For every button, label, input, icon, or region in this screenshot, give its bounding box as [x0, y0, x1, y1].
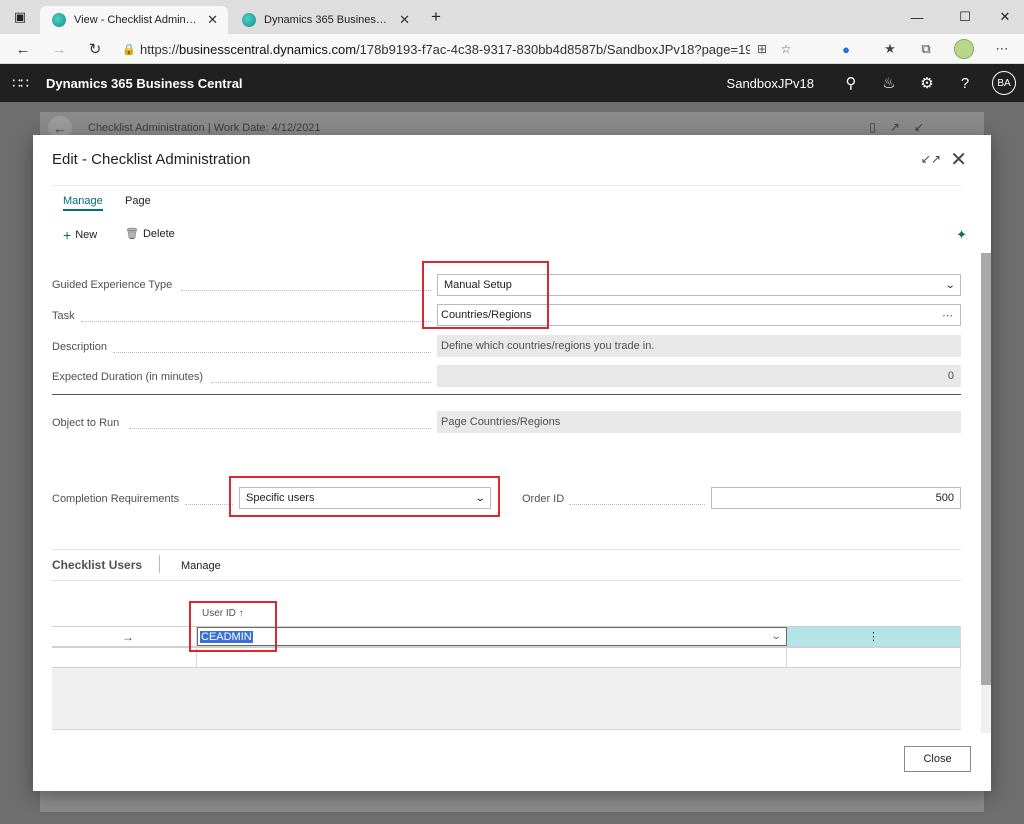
task-label: Task — [52, 310, 75, 322]
url-text: https://businesscentral.dynamics.com/178… — [140, 42, 750, 57]
description-value: Define which countries/regions you trade… — [441, 340, 655, 352]
url-prefix: https:// — [140, 41, 180, 57]
url-host: businesscentral.dynamics.com — [179, 41, 357, 57]
close-tab-icon[interactable]: ✕ — [399, 12, 410, 28]
settings-gear-icon[interactable]: ⚙ — [908, 74, 946, 92]
section-divider — [52, 394, 961, 395]
browser-tab-bar: ▣ View - Checklist Administration - ✕ Dy… — [0, 0, 1024, 34]
delete-label: Delete — [142, 227, 175, 240]
duration-value: 0 — [947, 370, 954, 382]
part-top-divider — [52, 549, 961, 550]
checklist-users-title: Checklist Users — [52, 558, 143, 572]
help-icon[interactable]: ? — [946, 75, 984, 92]
close-window-icon[interactable]: ✕ — [982, 0, 1024, 34]
address-bar: ← → ↻ 🔒 https://businesscentral.dynamics… — [0, 34, 1024, 64]
pin-icon[interactable]: ✦ — [956, 227, 967, 243]
completion-label: Completion Requirements — [52, 493, 180, 505]
title-separator — [52, 185, 961, 186]
url-field[interactable]: 🔒 https://businesscentral.dynamics.com/1… — [118, 37, 824, 61]
user-avatar[interactable]: BA — [992, 71, 1016, 95]
object-field: Page Countries/Regions — [437, 411, 961, 433]
order-label: Order ID — [522, 493, 565, 505]
new-tab-icon[interactable]: + — [422, 0, 450, 34]
order-field[interactable]: 500 — [711, 487, 961, 509]
chevron-down-icon[interactable]: ⌄ — [770, 631, 781, 642]
close-button[interactable]: Close — [904, 746, 971, 772]
plus-icon: + — [63, 227, 72, 243]
object-value: Page Countries/Regions — [441, 416, 561, 428]
lock-icon: 🔒 — [122, 43, 136, 56]
app-title: Dynamics 365 Business Central — [46, 75, 243, 91]
dotted-leader — [181, 290, 431, 291]
delete-button[interactable]: 🗑 Delete — [125, 227, 175, 241]
empty-user-cell[interactable] — [197, 648, 787, 667]
app-bar: ∷∷ Dynamics 365 Business Central Sandbox… — [0, 64, 1024, 102]
trash-icon: 🗑 — [125, 228, 139, 240]
app-launcher-icon[interactable]: ∷∷ — [0, 75, 40, 92]
background-page-icons: ▯↗↙ — [869, 120, 938, 134]
business-central-favicon-icon — [242, 13, 256, 27]
favorites-icon[interactable]: ★ — [876, 37, 904, 61]
tab-title: View - Checklist Administration - — [74, 14, 197, 26]
search-icon[interactable]: ⚲ — [832, 74, 870, 92]
part-manage-menu[interactable]: Manage — [181, 560, 221, 572]
guided-type-label: Guided Experience Type — [52, 279, 173, 291]
new-button[interactable]: + New — [63, 227, 97, 243]
refresh-icon[interactable]: ↻ — [82, 37, 108, 61]
profile-picture-icon — [954, 39, 974, 59]
dotted-leader — [211, 382, 431, 383]
forward-arrow-icon[interactable]: → — [46, 37, 72, 61]
browser-tab-dynamics[interactable]: Dynamics 365 Business Central ✕ — [230, 6, 420, 34]
dotted-leader — [129, 428, 431, 429]
browser-extension-icon[interactable]: ● — [832, 37, 860, 61]
close-tab-icon[interactable]: ✕ — [207, 12, 218, 28]
more-menu-icon[interactable]: ⋯ — [988, 37, 1016, 61]
user-id-input[interactable]: CEADMIN ⌄ — [197, 627, 787, 646]
dotted-leader — [81, 321, 431, 322]
chevron-down-icon: ⌄ — [944, 279, 956, 291]
duration-field: 0 — [437, 365, 961, 387]
collections-icon[interactable]: ⧉ — [912, 37, 940, 61]
row-indicator — [52, 648, 197, 667]
row-actions-ellipsis-icon[interactable]: ⋮ — [787, 627, 961, 646]
tab-page[interactable]: Page — [125, 195, 151, 207]
highlight-box-guided — [422, 261, 549, 329]
object-label: Object to Run — [52, 417, 120, 429]
duration-label: Expected Duration (in minutes) — [52, 371, 204, 383]
new-label: New — [75, 229, 98, 241]
tab-actions-icon[interactable]: ▣ — [0, 0, 40, 34]
notification-bell-icon[interactable]: ♨ — [870, 74, 908, 92]
part-header-divider — [52, 580, 961, 581]
dotted-leader — [185, 504, 233, 505]
back-arrow-icon[interactable]: ← — [10, 37, 36, 61]
part-separator — [159, 555, 160, 573]
close-dialog-icon[interactable]: ✕ — [950, 147, 967, 172]
empty-actions-cell — [787, 648, 961, 667]
environment-name[interactable]: SandboxJPv18 — [727, 76, 814, 91]
highlight-box-user — [189, 601, 277, 652]
url-path: /178b9193-f7ac-4c38-9317-830bb4d8587b/Sa… — [356, 41, 750, 57]
collapse-icon[interactable]: ↙↗ — [921, 152, 941, 166]
description-label: Description — [52, 341, 108, 353]
minimize-icon[interactable]: — — [894, 0, 940, 34]
favorite-star-icon[interactable]: ☆ — [774, 42, 798, 56]
business-central-favicon-icon — [52, 13, 66, 27]
order-value: 500 — [935, 492, 954, 504]
tab-title: Dynamics 365 Business Central — [264, 14, 389, 26]
dotted-leader — [569, 504, 705, 505]
description-field: Define which countries/regions you trade… — [437, 335, 961, 357]
tab-manage[interactable]: Manage — [63, 195, 103, 211]
lookup-ellipsis-icon[interactable]: ⋯ — [942, 309, 954, 322]
background-page-title: Checklist Administration | Work Date: 4/… — [88, 122, 321, 134]
profile-avatar[interactable] — [950, 37, 978, 61]
scrollbar-thumb[interactable] — [981, 253, 991, 685]
highlight-box-completion — [229, 476, 500, 517]
dialog-title: Edit - Checklist Administration — [52, 151, 251, 168]
app-available-icon[interactable]: ⊞ — [750, 42, 774, 56]
edit-dialog: Edit - Checklist Administration ↙↗ ✕ Man… — [33, 135, 991, 791]
browser-tab-checklist[interactable]: View - Checklist Administration - ✕ — [40, 6, 228, 34]
row-indicator-arrow-icon: → — [52, 627, 197, 646]
dotted-leader — [113, 352, 431, 353]
